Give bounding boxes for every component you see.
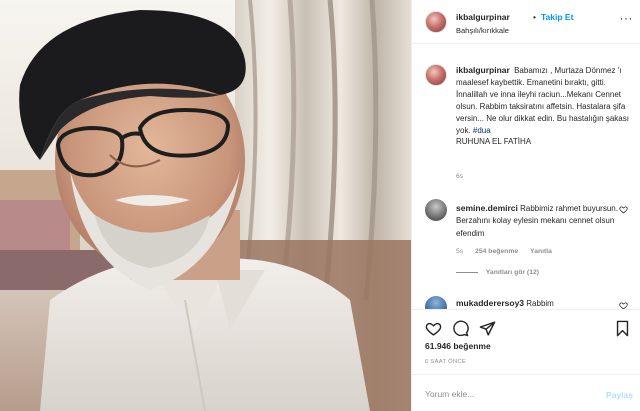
add-comment-bar: Paylaş (412, 374, 640, 411)
more-horizontal-icon[interactable]: ··· (620, 12, 634, 24)
comment-item: semine.demirci Rabbimiz rahmet buyursun.… (456, 202, 621, 240)
post-comment-button[interactable]: Paylaş (606, 390, 633, 400)
comment-item: mukadderersoy3 Rabbim (456, 297, 621, 309)
like-heart-icon[interactable] (425, 320, 442, 337)
author-username[interactable]: ikbalgurpinar (456, 12, 510, 22)
caption-timestamp[interactable]: 6s (456, 173, 463, 180)
follow-separator: • (533, 12, 536, 22)
caption-closing: RUHUNA EL FATİHA (456, 137, 532, 147)
like-count[interactable]: 61.946 beğenme (425, 341, 491, 351)
comments-list[interactable]: ikbalgurpinar Babamızı , Murtaza Dönmez … (412, 45, 640, 309)
comment-like-heart-icon[interactable] (619, 205, 628, 214)
comment-username[interactable]: semine.demirci (456, 203, 518, 213)
caption-author-avatar[interactable] (425, 64, 447, 86)
replies-divider (456, 271, 478, 273)
post-location[interactable]: Bahşılı/kırıkkale (456, 26, 509, 35)
view-replies-label: Yanıtları gör (12) (485, 269, 540, 276)
view-replies-button[interactable]: Yanıtları gör (12) (456, 269, 539, 276)
caption-text: ikbalgurpinar Babamızı , Murtaza Dönmez … (456, 65, 630, 148)
comment-timestamp[interactable]: 5s (456, 248, 463, 255)
author-avatar[interactable] (425, 11, 447, 33)
comment-like-heart-icon[interactable] (619, 301, 628, 309)
comment-like-count[interactable]: 254 beğenme (475, 248, 518, 255)
comment-username[interactable]: mukadderersoy3 (456, 298, 524, 308)
caption-body: Babamızı , Murtaza Dönmez 'ı maalesef ka… (456, 66, 629, 135)
caption-hashtag[interactable]: #dua (473, 126, 491, 135)
share-paper-plane-icon[interactable] (479, 320, 496, 337)
comment-body: Rabbim (526, 299, 554, 308)
caption-author-username[interactable]: ikbalgurpinar (456, 65, 510, 75)
post-timestamp[interactable]: 6 SAAT ÖNCE (425, 359, 466, 365)
comment-reply-button[interactable]: Yanıtla (530, 248, 552, 255)
post-header: ikbalgurpinar • Takip Et Bahşılı/kırıkka… (412, 0, 640, 44)
post-side-panel: ikbalgurpinar • Takip Et Bahşılı/kırıkka… (411, 0, 640, 411)
save-bookmark-icon[interactable] (614, 320, 631, 337)
post-actions (412, 309, 640, 345)
comment-bubble-icon[interactable] (452, 320, 469, 337)
follow-button[interactable]: Takip Et (541, 12, 573, 22)
post-photo[interactable] (0, 0, 411, 411)
comment-avatar[interactable] (425, 199, 447, 221)
comment-input[interactable] (425, 387, 585, 401)
comment-avatar[interactable] (425, 296, 447, 309)
comment-meta: 5s 254 beğenme Yanıtla (456, 248, 562, 255)
